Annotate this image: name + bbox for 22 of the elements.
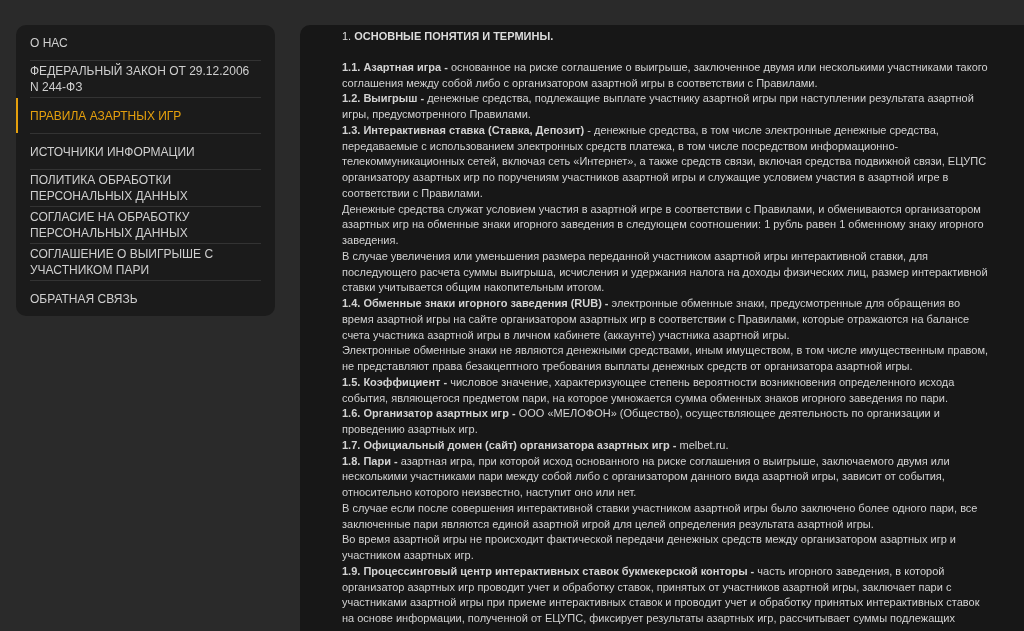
sidebar-link[interactable]: ИСТОЧНИКИ ИНФОРМАЦИИ [16, 134, 275, 169]
sidebar-link[interactable]: ФЕДЕРАЛЬНЫЙ ЗАКОН ОТ 29.12.2006 N 244-ФЗ [16, 61, 275, 97]
section-heading: 1. ОСНОВНЫЕ ПОНЯТИЯ И ТЕРМИНЫ. [342, 29, 555, 44]
sidebar-link[interactable]: ОБРАТНАЯ СВЯЗЬ [16, 281, 275, 316]
sidebar-link[interactable]: ПОЛИТИКА ОБРАБОТКИ ПЕРСОНАЛЬНЫХ ДАННЫХ [16, 170, 275, 206]
paragraph: 1.3. Интерактивная ставка (Ставка, Депозит) - денежные средства, в том числе электронные денежные средства, передаваемые с использованием электронных средств платежа, в том числе посредством информационно-телекоммуникационных сетей, включая сеть «Интернет», а также средств связи, включая средства подвижной связи, ЕЦУПС организатору азартных игр по поручениям участников азартной игры и служащие условием участия в азартной игре в соответствии с Правилами. [342, 122, 988, 201]
paragraph: Во время азартной игры не происходит фактической передачи денежных средств между организатором азартных игр и участником азартных игр. [342, 532, 957, 563]
paragraph: В случае увеличения или уменьшения размера переданной участником азартной игры интерактивной ставки, для последующего расчета суммы выигрыша, исчисления и удержания налога на доходы физических лиц, размер интерактивной ставки учитывается общим накопительным итогом. [342, 248, 989, 296]
paragraph: 1.8. Пари - азартная игра, при которой исход основанного на риске соглашения о выигрыше, заключаемого двумя или несколькими участниками пари между собой либо с организатором данного вида азартной игры, зависит от события, относительно которого неизвестно, наступит оно или нет. [342, 453, 951, 500]
paragraph: 1.1. Азартная игра - основанное на риске соглашение о выигрыше, заключенное двумя или несколькими участниками такого соглашения между собой либо с организатором азартной игры в соответствии с Правилами. [342, 59, 989, 91]
paragraph: В случае если после совершения интерактивной ставки участником азартной игры было заключено более одного пари, все заключенные пари являются единой азартной игрой для целей определения результата азартной игры. [342, 500, 979, 532]
paragraph: 1.5. Коэффициент - числовое значение, характеризующее степень вероятности возникновения определенного исхода события, являющегося предметом пари, на которое умножается сумма обменных знаков игорного заведения по пари. [342, 374, 956, 406]
sidebar-link[interactable]: О НАС [16, 25, 275, 60]
paragraph: Денежные средства служат условием участия в азартной игре в соответствии с Правилами, и обмениваются организатором азартных игр на обменные знаки игорного заведения в следующем соотношении: 1 рубль равен 1 обменному знаку игорного заведения. [342, 201, 985, 248]
paragraph: Электронные обменные знаки не являются денежными средствами, иным имуществом, в том числе имущественным правом, не представляют права безакцептного требования выплаты денежных средств от организатора азартной игры. [342, 343, 990, 374]
sidebar-link[interactable]: СОГЛАШЕНИЕ О ВЫИГРЫШЕ С УЧАСТНИКОМ ПАРИ [16, 244, 275, 280]
sidebar-link[interactable]: СОГЛАСИЕ НА ОБРАБОТКУ ПЕРСОНАЛЬНЫХ ДАННЫХ [16, 207, 275, 243]
paragraph: 1.4. Обменные знаки игорного заведения (RUB) - электронные обменные знаки, предусмотренные для обращения во время азартной игры на сайте организатором азартных игр в соответствии с Правилами, которые отражаются на балансе счета участника азартной игры в личном кабинете (аккаунте) участника азартной игры. [342, 296, 970, 343]
paragraph: 1.7. Официальный домен (сайт) организатора азартных игр - melbet.ru. [342, 437, 730, 453]
paragraph: 1.6. Организатор азартных игр - ООО «МЕЛОФОН» (Общество), осуществляющее деятельность по организации и проведению азартных игр. [342, 406, 941, 437]
paragraph: 1.9. Процессинговый центр интерактивных ставок букмекерской конторы - часть игорного заведения, в которой организатор азартных игр проводит учет и обработку ставок, принятых от участников азартной игры, заключает пари с участниками азартной игры при приеме интерактивных ставок и проводит учет и обработку принятых интерактивных ставок на основе информации, полученной от ЕЦУПС, фиксирует результаты азартных игр, рассчитывает суммы подлежащих [342, 563, 981, 626]
paragraph: 1.2. Выигрыш - денежные средства, подлежащие выплате участнику азартной игры при наступлении результата азартной игры, предусмотренного Правилами. [342, 91, 975, 122]
